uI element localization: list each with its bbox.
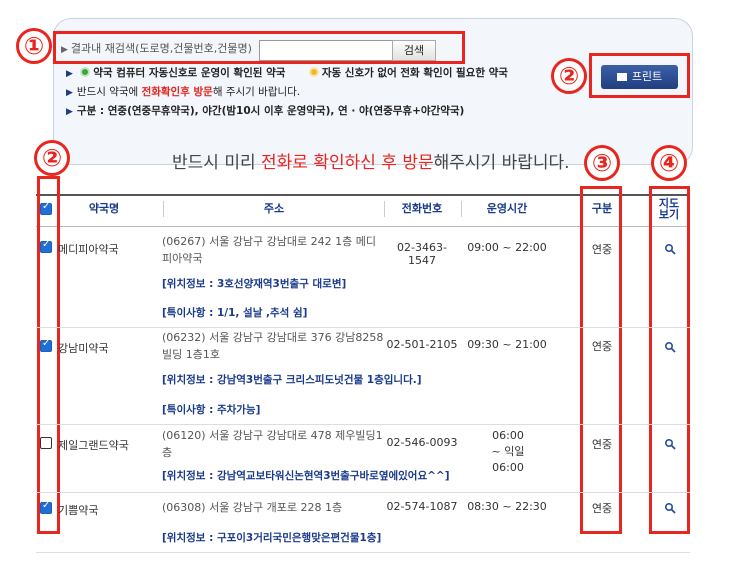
pharmacy-name[interactable]: 메디피아약국 xyxy=(58,241,119,257)
row-divider xyxy=(36,492,690,493)
callout-number-2-print: ② xyxy=(551,58,587,94)
notice-red: 전화확인후 방문 xyxy=(141,86,213,98)
legend-yellow-text: 자동 신호가 없어 전화 확인이 필요한 약국 xyxy=(321,67,508,79)
special-note: [특이사항 : 1/1, 설날 ,추석 쉼] xyxy=(162,307,308,319)
print-label: 프린트 xyxy=(631,70,663,83)
row-checkbox[interactable] xyxy=(40,500,52,514)
pharmacy-hours: 06:00 ~ 익일 06:00 xyxy=(491,429,525,474)
pharmacy-type: 연중 xyxy=(591,340,613,353)
pharmacy-name[interactable]: 기쁨약국 xyxy=(58,502,98,518)
pharmacy-hours: 09:30 ~ 21:00 xyxy=(467,338,547,351)
header-phone: 전화번호 xyxy=(401,202,443,215)
pharmacy-address: (06308) 서울 강남구 개포로 228 1층 xyxy=(162,501,343,514)
printer-icon xyxy=(616,73,627,81)
pharmacy-phone: 02-3463-1547 xyxy=(397,241,447,267)
pharmacy-phone: 02-501-2105 xyxy=(386,338,458,351)
callout-box-map-column xyxy=(649,186,690,534)
pharmacy-type: 연중 xyxy=(591,438,613,451)
pharmacy-address: (06120) 서울 강남구 강남대로 478 제우빌딩1층 xyxy=(162,429,383,459)
magnifier-map-icon[interactable] xyxy=(664,502,676,514)
bullet-triangle-icon: ▶ xyxy=(66,107,73,117)
callout-number-2-checkbox: ② xyxy=(34,140,70,176)
row-checkbox[interactable] xyxy=(40,338,52,352)
bullet-triangle-icon: ▶ xyxy=(66,88,73,98)
search-label-row: ▶ 결과내 재검색(도로명,건물번호,건물명) xyxy=(61,40,252,56)
location-info: [위치정보 : 강남역교보타워신논현역3번출구바로옆에있어요^^] xyxy=(162,470,450,482)
pharmacy-phone: 02-546-0093 xyxy=(386,436,458,449)
pharmacy-hours: 08:30 ~ 22:30 xyxy=(467,500,547,513)
callout-box-checkbox-column xyxy=(37,176,60,534)
legend: ▶ 약국 컴퓨터 자동신호로 운영이 확인된 약국 자동 신호가 없어 전화 확… xyxy=(66,64,508,121)
callout-number-1: ① xyxy=(16,28,52,64)
headline-red-1: 전화로 xyxy=(261,153,308,173)
pharmacy-phone: 02-574-1087 xyxy=(386,500,458,513)
header-hours: 운영시간 xyxy=(486,202,528,215)
headline-pre: 반드시 미리 xyxy=(172,153,262,173)
pharmacy-hours: 09:00 ~ 22:00 xyxy=(467,241,547,254)
headline-post: 해주시기 바랍니다. xyxy=(433,153,570,173)
callout-number-4: ④ xyxy=(651,145,687,181)
search-input[interactable] xyxy=(259,40,393,61)
row-divider xyxy=(36,424,690,425)
pharmacy-address: (06232) 서울 강남구 강남대로 376 강남8258빌딩 1층1호 xyxy=(162,331,384,361)
header-address: 주소 xyxy=(263,202,285,215)
green-status-icon xyxy=(80,67,91,77)
notice-post: 해 주시기 바랍니다. xyxy=(212,86,301,98)
callout-box-type-column xyxy=(580,186,622,534)
row-checkbox[interactable] xyxy=(40,437,52,449)
headline-red-2: 확인하신 후 방문 xyxy=(313,153,434,173)
pharmacy-type: 연중 xyxy=(591,502,613,515)
search-button[interactable]: 검색 xyxy=(392,40,436,61)
row-checkbox[interactable] xyxy=(40,239,52,253)
row-divider xyxy=(36,552,690,553)
magnifier-map-icon[interactable] xyxy=(664,438,676,450)
pharmacy-address: (06267) 서울 강남구 강남대로 242 1층 메디피아약국 xyxy=(162,235,376,265)
headline: 반드시 미리 전화로 확인하신 후 방문해주시기 바랍니다. xyxy=(172,148,570,173)
notice-pre: 반드시 약국에 xyxy=(76,86,142,98)
print-button[interactable]: 프린트 xyxy=(601,65,678,89)
bullet-triangle-icon: ▶ xyxy=(61,45,68,55)
special-note: [특이사항 : 주차가능] xyxy=(162,404,261,416)
legend-green-text: 약국 컴퓨터 자동신호로 운영이 확인된 약국 xyxy=(93,67,286,79)
row-divider xyxy=(36,327,690,328)
pharmacy-name[interactable]: 강남미약국 xyxy=(58,340,109,356)
magnifier-map-icon[interactable] xyxy=(664,341,676,353)
callout-number-3: ③ xyxy=(584,145,620,181)
location-info: [위치정보 : 3호선양재역3번출구 대로변] xyxy=(162,278,347,290)
magnifier-map-icon[interactable] xyxy=(664,243,676,255)
yellow-status-icon xyxy=(308,67,319,77)
header-name: 약국명 xyxy=(88,202,120,215)
pharmacy-name[interactable]: 제일그랜드약국 xyxy=(58,437,129,453)
type-legend: 구분 : 연중(연중무휴약국), 야간(밤10시 이후 운영약국), 연 · 야… xyxy=(76,105,465,117)
location-info: [위치정보 : 구포이3거리국민은행맞은편건물1층] xyxy=(162,532,382,544)
bullet-triangle-icon: ▶ xyxy=(66,69,73,79)
search-label: 결과내 재검색(도로명,건물번호,건물명) xyxy=(70,42,252,55)
location-info: [위치정보 : 강남역3번출구 크리스피도넛건물 1층입니다.] xyxy=(162,374,422,386)
pharmacy-type: 연중 xyxy=(591,243,613,256)
